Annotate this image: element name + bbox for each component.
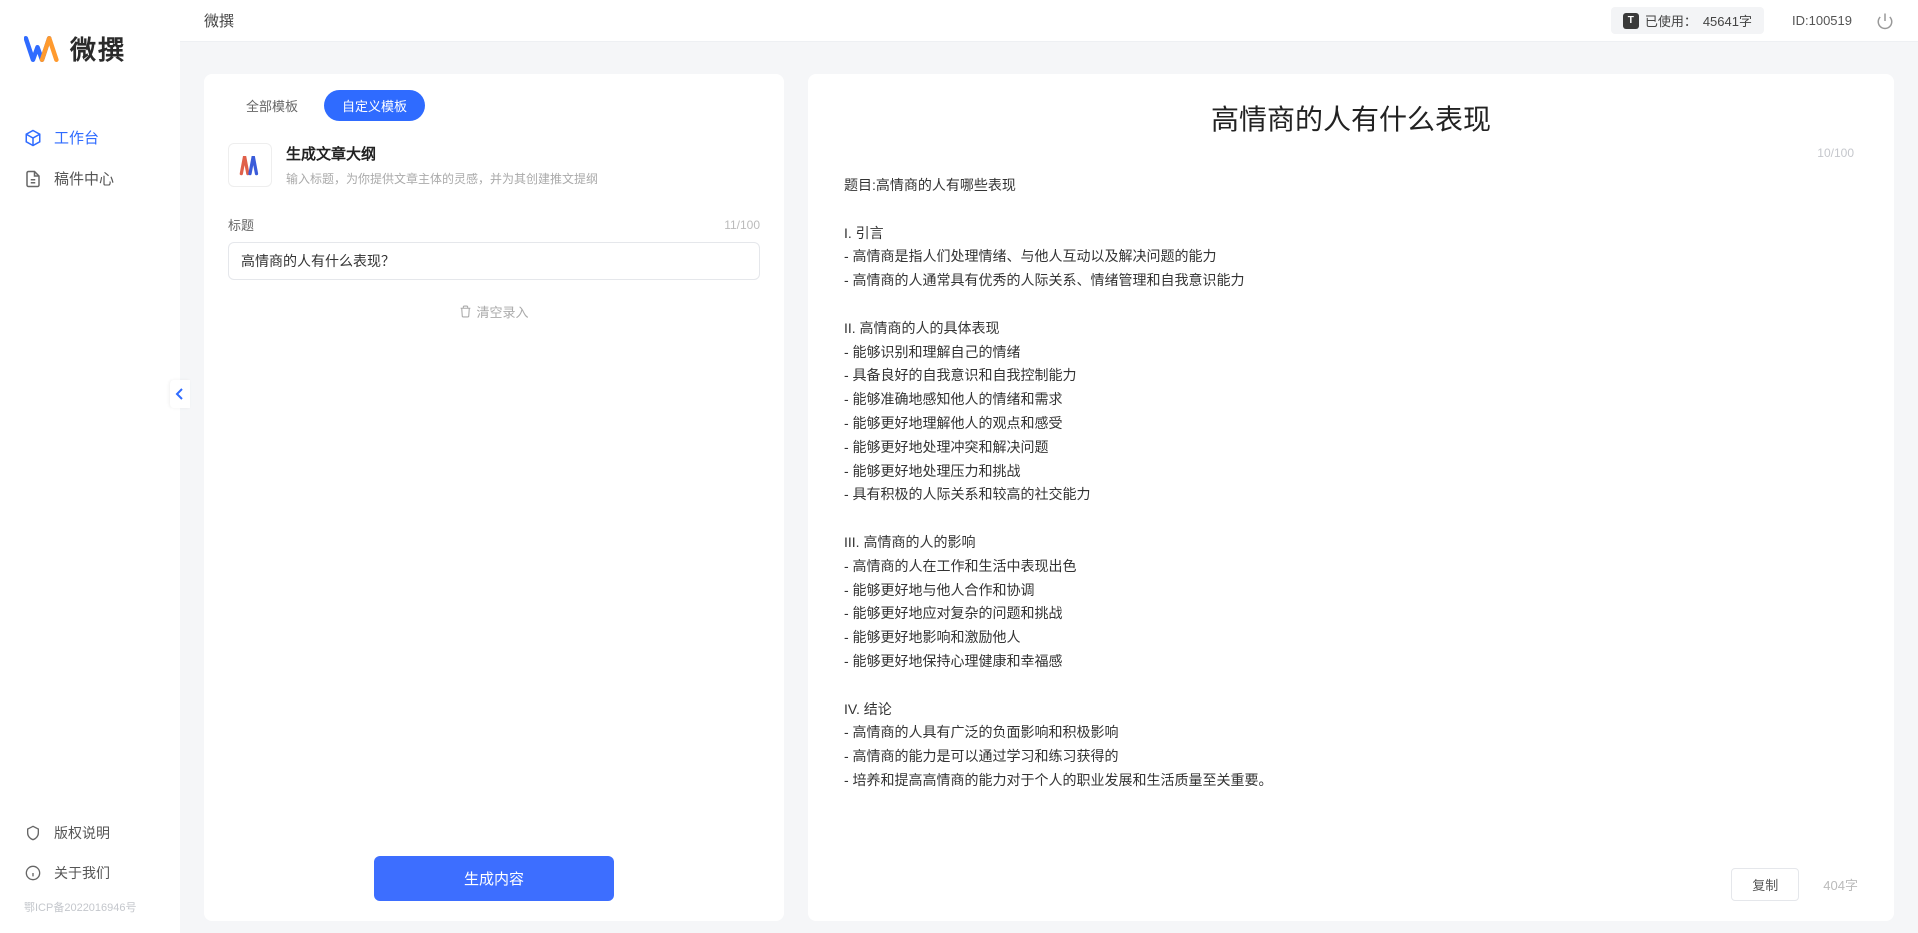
file-icon — [24, 170, 42, 188]
document-body[interactable]: 题目:高情商的人有哪些表现 I. 引言 - 高情商是指人们处理情绪、与他人互动以… — [844, 174, 1858, 856]
title-field-count: 11/100 — [724, 218, 760, 232]
nav-label: 版权说明 — [54, 823, 110, 843]
document-title[interactable]: 高情商的人有什么表现 — [844, 98, 1858, 138]
template-tabs: 全部模板 自定义模板 — [228, 90, 760, 121]
nav-item-drafts[interactable]: 稿件中心 — [0, 158, 180, 199]
text-badge-icon: T — [1623, 13, 1639, 29]
info-icon — [24, 864, 42, 882]
sidebar: 微撰 工作台 稿件中心 版权说明 — [0, 0, 180, 933]
page-title: 微撰 — [204, 10, 234, 31]
usage-value: 45641字 — [1703, 11, 1752, 30]
cube-icon — [24, 129, 42, 147]
clear-input-button[interactable]: 清空录入 — [459, 302, 528, 321]
icp-text: 鄂ICP备2022016946号 — [0, 893, 180, 915]
logo[interactable]: 微撰 — [0, 30, 180, 117]
nav-item-copyright[interactable]: 版权说明 — [0, 813, 180, 853]
usage-badge[interactable]: T 已使用： 45641字 — [1611, 7, 1764, 34]
tab-all-templates[interactable]: 全部模板 — [228, 90, 316, 121]
input-panel: 全部模板 自定义模板 生成文章大纲 输入标题，为你提供文章主体的灵感，并为其创建… — [204, 74, 784, 921]
clear-label: 清空录入 — [476, 302, 528, 321]
shield-icon — [24, 824, 42, 842]
sidebar-collapse-handle[interactable] — [170, 380, 190, 408]
template-desc: 输入标题，为你提供文章主体的灵感，并为其创建推文提纲 — [286, 170, 598, 187]
nav-label: 稿件中心 — [54, 168, 114, 189]
output-word-count: 404字 — [1823, 875, 1858, 894]
title-field-label: 标题 — [228, 215, 254, 234]
logo-text: 微撰 — [70, 30, 126, 67]
user-id: ID:100519 — [1792, 13, 1852, 28]
tab-custom-templates[interactable]: 自定义模板 — [324, 90, 425, 121]
nav-item-about[interactable]: 关于我们 — [0, 853, 180, 893]
template-title: 生成文章大纲 — [286, 143, 598, 164]
nav-label: 关于我们 — [54, 863, 110, 883]
power-icon[interactable] — [1876, 12, 1894, 30]
nav-label: 工作台 — [54, 127, 99, 148]
generate-button[interactable]: 生成内容 — [374, 856, 614, 901]
copy-button[interactable]: 复制 — [1731, 868, 1799, 901]
template-card: 生成文章大纲 输入标题，为你提供文章主体的灵感，并为其创建推文提纲 — [228, 143, 760, 187]
trash-icon — [459, 305, 472, 318]
usage-label: 已使用： — [1645, 11, 1697, 30]
sidebar-footer: 版权说明 关于我们 鄂ICP备2022016946号 — [0, 813, 180, 921]
logo-mark-icon — [24, 31, 60, 67]
template-thumb-icon — [228, 143, 272, 187]
title-char-count: 10/100 — [1817, 146, 1854, 160]
nav-main: 工作台 稿件中心 — [0, 117, 180, 813]
nav-item-workspace[interactable]: 工作台 — [0, 117, 180, 158]
topbar: 微撰 T 已使用： 45641字 ID:100519 — [180, 0, 1918, 42]
output-panel: 高情商的人有什么表现 10/100 题目:高情商的人有哪些表现 I. 引言 - … — [808, 74, 1894, 921]
title-input[interactable] — [228, 242, 760, 280]
